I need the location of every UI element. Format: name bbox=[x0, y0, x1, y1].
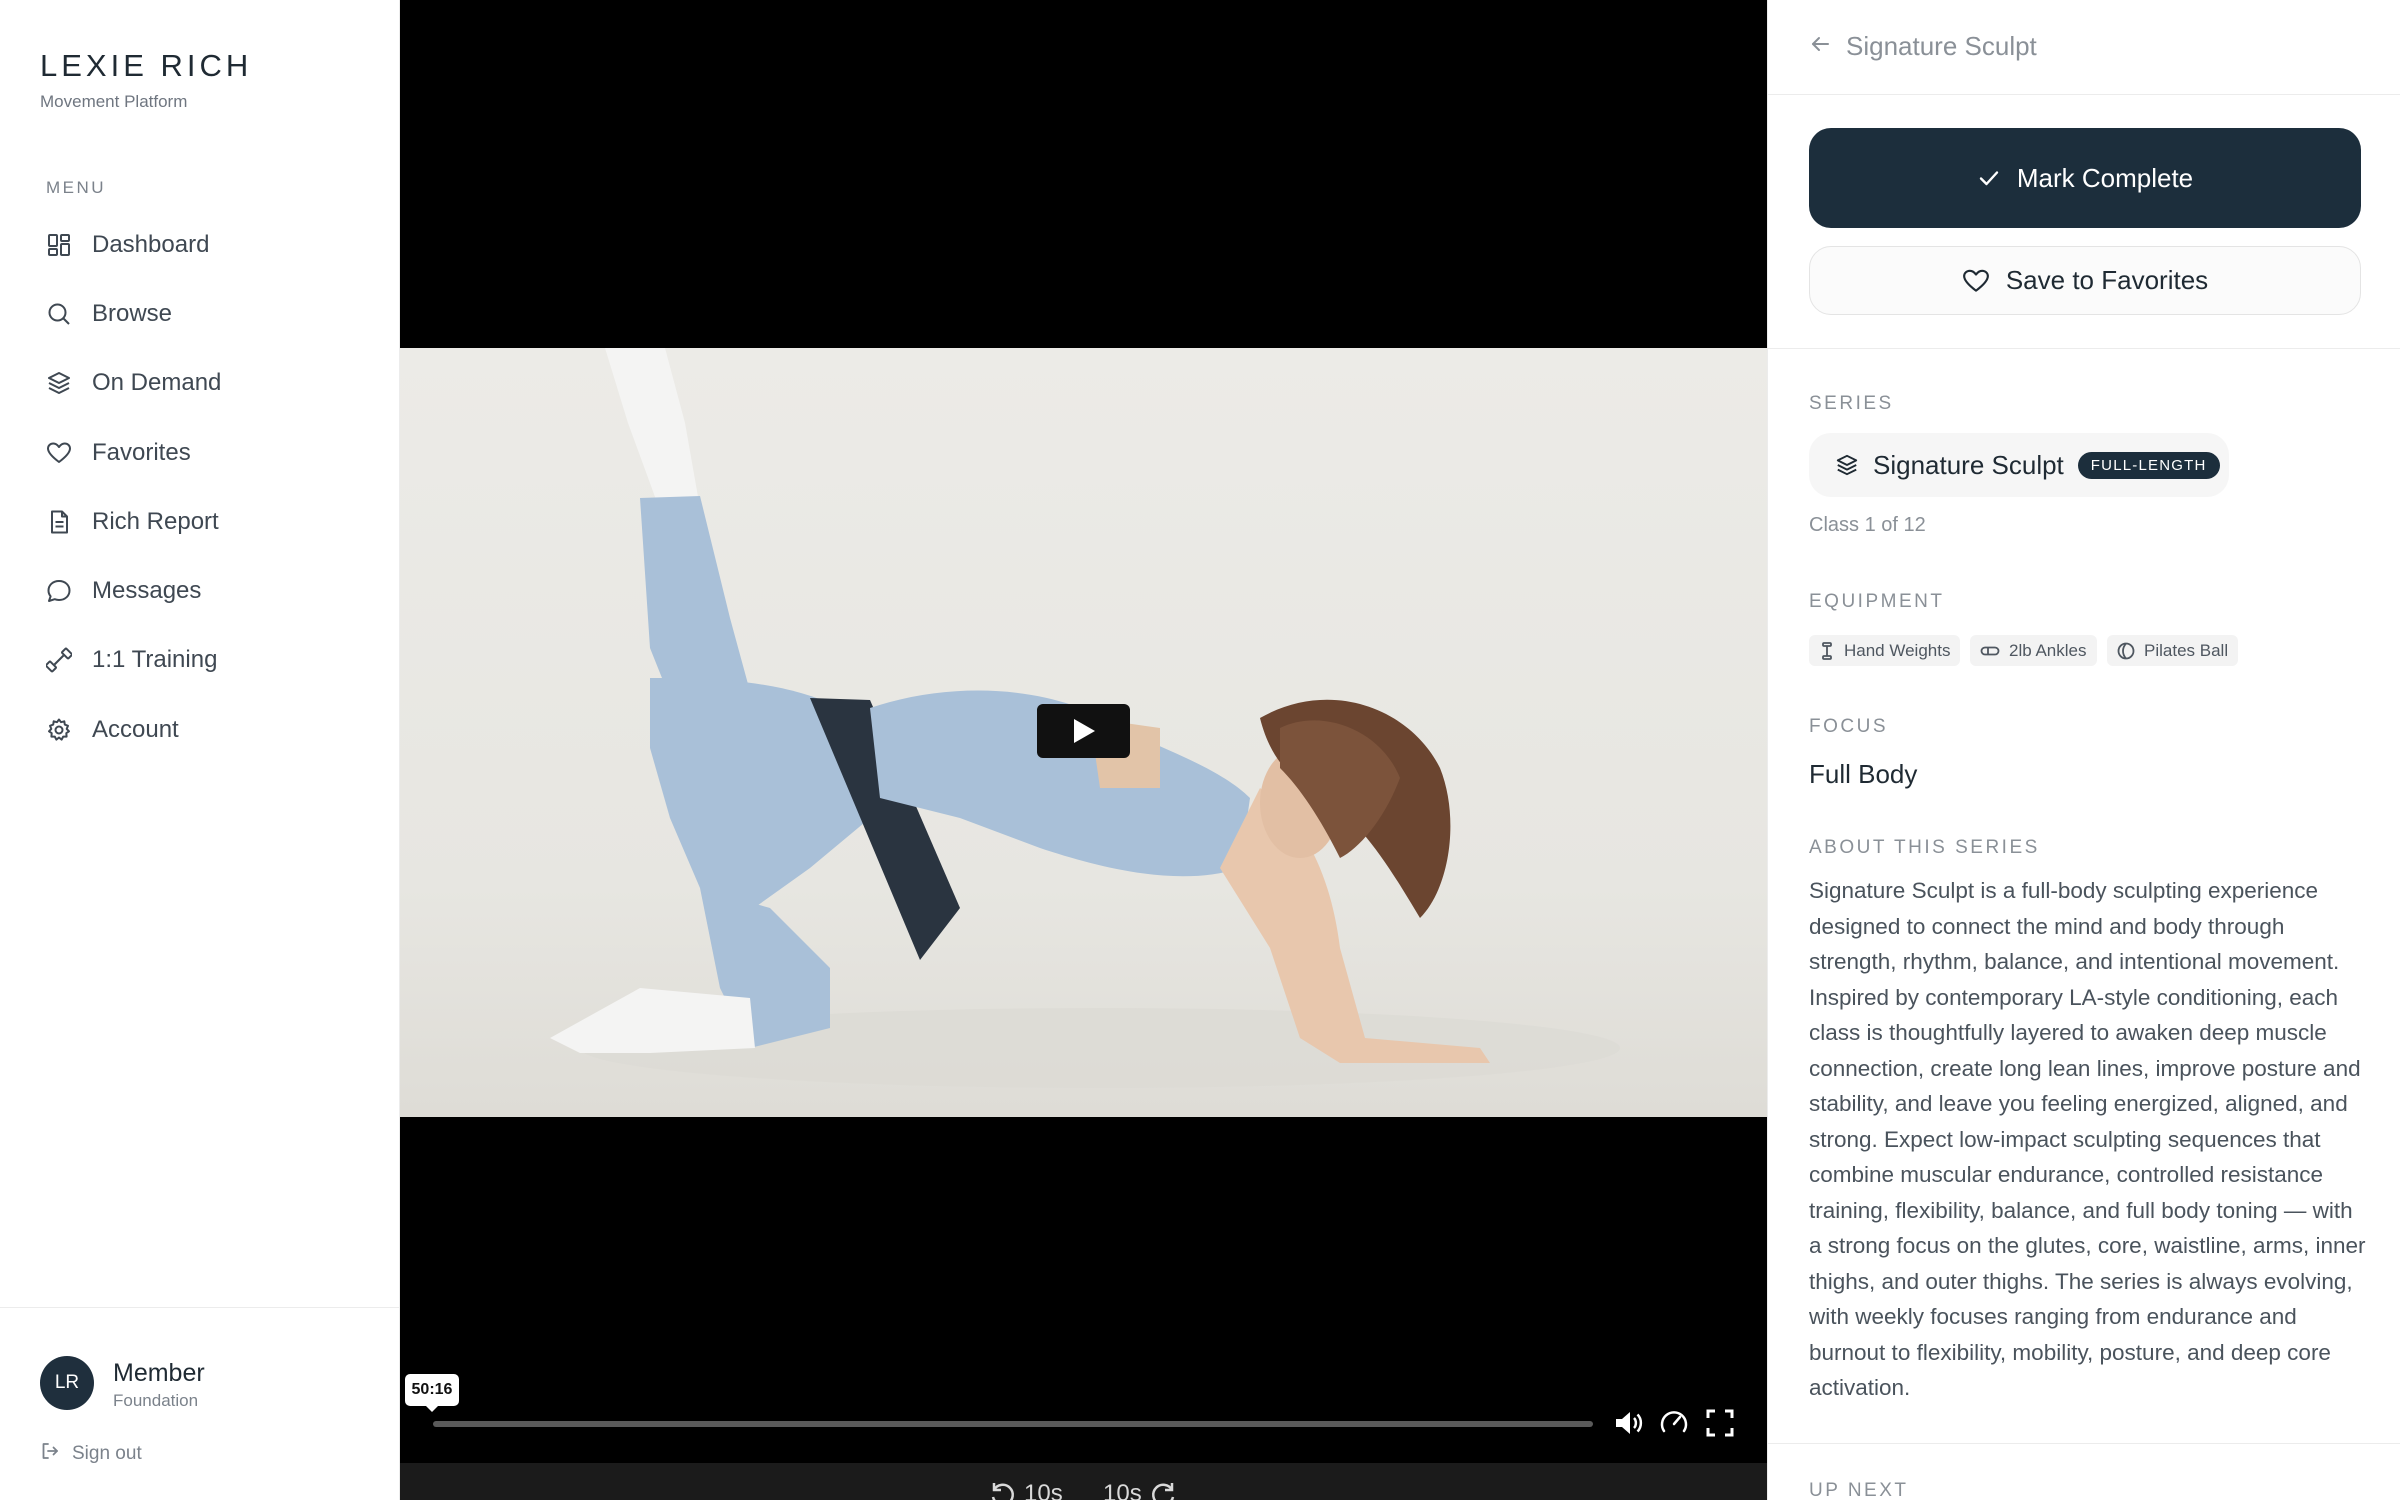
equipment-label: 2lb Ankles bbox=[2009, 640, 2087, 660]
series-chip[interactable]: Signature Sculpt FULL-LENGTH bbox=[1809, 433, 2229, 497]
play-icon bbox=[1073, 719, 1095, 743]
play-button[interactable] bbox=[1037, 704, 1130, 758]
sidebar-item-label: On Demand bbox=[92, 369, 222, 396]
mark-complete-button[interactable]: Mark Complete bbox=[1809, 128, 2361, 228]
video-bottom-bar bbox=[400, 1463, 1767, 1500]
hand-weight-icon bbox=[1822, 641, 1832, 660]
sidebar-item-on-demand[interactable]: On Demand bbox=[30, 355, 370, 411]
equipment-label: Hand Weights bbox=[1844, 640, 1951, 660]
sidebar-item-label: Dashboard bbox=[92, 231, 210, 258]
sidebar-item-browse[interactable]: Browse bbox=[30, 286, 370, 342]
sidebar-item-label: Messages bbox=[92, 577, 202, 604]
equipment-chip: 2lb Ankles bbox=[1970, 635, 2097, 666]
equipment-label: Pilates Ball bbox=[2144, 640, 2229, 660]
message-icon bbox=[44, 576, 74, 606]
sidebar: LEXIE RICH Movement Platform MENU Dashbo… bbox=[0, 0, 400, 1500]
focus-heading: FOCUS bbox=[1809, 716, 1888, 737]
heart-icon bbox=[44, 438, 74, 468]
ball-icon bbox=[2117, 642, 2135, 659]
signout-button[interactable]: Sign out bbox=[40, 1441, 142, 1466]
dashboard-icon bbox=[44, 230, 74, 260]
video-player[interactable] bbox=[400, 0, 1767, 1500]
document-icon bbox=[44, 507, 74, 537]
ankle-weight-icon bbox=[1980, 646, 2000, 655]
section-divider bbox=[1768, 348, 2400, 349]
sidebar-item-favorites[interactable]: Favorites bbox=[30, 425, 370, 481]
up-next-heading: UP NEXT bbox=[1809, 1480, 1909, 1500]
equipment-chip: Hand Weights bbox=[1809, 635, 1961, 666]
signout-label: Sign out bbox=[72, 1442, 142, 1464]
equipment-heading: EQUIPMENT bbox=[1809, 591, 1945, 612]
video-frame bbox=[400, 348, 1767, 1117]
series-name: Signature Sculpt bbox=[1873, 449, 2064, 480]
search-icon bbox=[44, 299, 74, 329]
save-favorites-label: Save to Favorites bbox=[2005, 265, 2209, 295]
brand-subtitle: Movement Platform bbox=[40, 92, 188, 111]
rewind-icon bbox=[991, 1483, 1014, 1500]
sidebar-item-label: 1:1 Training bbox=[92, 646, 218, 673]
layers-icon bbox=[1836, 454, 1858, 476]
sidebar-item-label: Rich Report bbox=[92, 508, 219, 535]
speed-button[interactable] bbox=[1656, 1405, 1692, 1441]
volume-button[interactable] bbox=[1610, 1405, 1646, 1441]
series-badge: FULL-LENGTH bbox=[2077, 451, 2220, 479]
sidebar-item-messages[interactable]: Messages bbox=[30, 563, 370, 619]
volume-icon bbox=[1616, 1412, 1643, 1434]
section-divider bbox=[1768, 1443, 2400, 1444]
sidebar-item-account[interactable]: Account bbox=[30, 702, 370, 758]
focus-value: Full Body bbox=[1809, 759, 1918, 789]
time-tooltip: 50:16 bbox=[405, 1374, 459, 1412]
skip-forward-button[interactable]: 10s bbox=[1103, 1480, 1178, 1500]
sidebar-item-label: Account bbox=[92, 716, 179, 743]
sidebar-footer: LR Member Foundation Sign out bbox=[0, 1307, 400, 1500]
about-description: Signature Sculpt is a full-body sculptin… bbox=[1809, 878, 2366, 1400]
user-name: Member bbox=[113, 1359, 205, 1387]
fullscreen-icon bbox=[1706, 1409, 1734, 1437]
skip-back-button[interactable]: 10s bbox=[988, 1480, 1063, 1500]
sidebar-item-training[interactable]: 1:1 Training bbox=[30, 632, 370, 688]
signout-icon bbox=[40, 1441, 60, 1466]
save-favorites-button[interactable]: Save to Favorites bbox=[1809, 246, 2361, 315]
mark-complete-label: Mark Complete bbox=[2016, 162, 2194, 193]
user-tier: Foundation bbox=[113, 1391, 199, 1410]
equipment-chip: Pilates Ball bbox=[2107, 635, 2239, 666]
sidebar-item-label: Browse bbox=[92, 300, 173, 327]
fullscreen-button[interactable] bbox=[1702, 1405, 1738, 1441]
layers-icon bbox=[44, 368, 74, 398]
skip-forward-label: 10s bbox=[1103, 1480, 1142, 1500]
check-icon bbox=[1979, 171, 1999, 186]
menu-heading: MENU bbox=[46, 178, 107, 197]
page-title: Signature Sculpt bbox=[1846, 31, 2037, 61]
series-heading: SERIES bbox=[1809, 393, 1894, 414]
avatar[interactable]: LR bbox=[40, 1356, 94, 1410]
progress-bar[interactable] bbox=[433, 1421, 1593, 1427]
panel-header: Signature Sculpt bbox=[1768, 0, 2400, 95]
heart-icon bbox=[1962, 269, 1989, 292]
class-count: Class 1 of 12 bbox=[1809, 514, 1926, 536]
forward-icon bbox=[1151, 1483, 1174, 1500]
sidebar-item-label: Favorites bbox=[92, 439, 191, 466]
speed-icon bbox=[1660, 1411, 1688, 1433]
class-details-panel: Signature Sculpt Mark Complete Save to F… bbox=[1767, 0, 2400, 1500]
gear-icon bbox=[44, 715, 74, 745]
back-arrow-icon[interactable] bbox=[1808, 32, 1834, 58]
about-heading: ABOUT THIS SERIES bbox=[1809, 837, 2040, 858]
skip-back-label: 10s bbox=[1024, 1480, 1063, 1500]
sidebar-item-rich-report[interactable]: Rich Report bbox=[30, 494, 370, 550]
brand-name: LEXIE RICH bbox=[40, 48, 253, 83]
dumbbell-icon bbox=[44, 645, 74, 675]
sidebar-item-dashboard[interactable]: Dashboard bbox=[30, 217, 370, 273]
